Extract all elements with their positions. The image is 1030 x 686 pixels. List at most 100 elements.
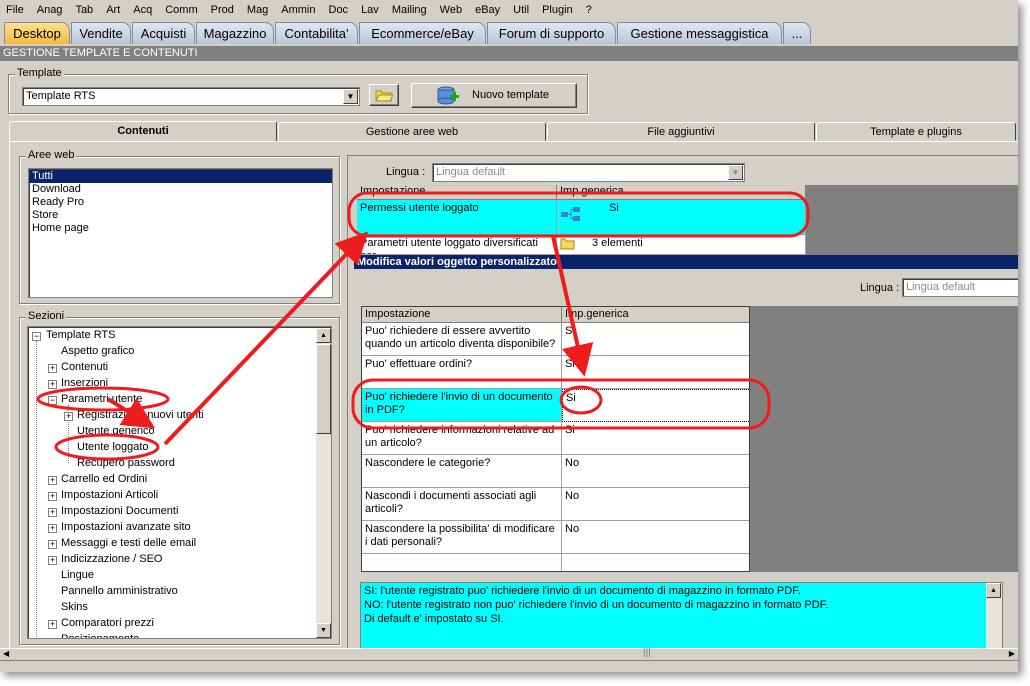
tab-contabilita[interactable]: Contabilita' bbox=[275, 22, 358, 44]
new-template-button[interactable]: Nuovo template bbox=[411, 83, 577, 108]
table-cell[interactable]: 3 elementi bbox=[557, 235, 806, 255]
table-cell-editing[interactable]: Si bbox=[562, 389, 749, 422]
tab-forum[interactable]: Forum di supporto bbox=[487, 22, 616, 44]
table-cell[interactable]: Puo' richiedere informazioni relative ad… bbox=[362, 422, 562, 455]
horizontal-scrollbar[interactable]: ◀ ||| ▶ bbox=[0, 647, 1018, 660]
table-cell[interactable]: Puo' effettuare ordini? bbox=[362, 356, 562, 389]
tree-node[interactable]: Posizionamento bbox=[61, 631, 139, 638]
list-item[interactable]: Download bbox=[29, 183, 332, 196]
table-cell[interactable]: Puo' richiedere l'invio di un documento … bbox=[362, 389, 562, 422]
table-cell[interactable]: Permessi utente loggato bbox=[357, 200, 557, 235]
menu-lav[interactable]: Lav bbox=[361, 4, 379, 16]
tab-file-aggiuntivi[interactable]: File aggiuntivi bbox=[547, 122, 815, 141]
tab-ecommerce[interactable]: Ecommerce/eBay bbox=[359, 22, 486, 44]
tab-more[interactable]: ... bbox=[783, 22, 811, 44]
scroll-up-icon[interactable]: ▲ bbox=[316, 328, 331, 343]
table-cell[interactable]: No bbox=[562, 488, 749, 521]
menu-file[interactable]: File bbox=[6, 4, 24, 16]
expand-icon[interactable]: + bbox=[48, 524, 57, 533]
expand-icon[interactable]: + bbox=[48, 492, 57, 501]
table-cell[interactable]: Nascondere la possibilita' di modificare… bbox=[362, 521, 562, 554]
tree-node[interactable]: Comparatori prezzi bbox=[61, 615, 154, 631]
tab-vendite[interactable]: Vendite bbox=[71, 22, 131, 44]
scroll-down-icon[interactable]: ▼ bbox=[316, 623, 331, 638]
tab-contenuti[interactable]: Contenuti bbox=[9, 121, 277, 142]
tree-scrollbar[interactable]: ▲ ▼ bbox=[316, 328, 331, 638]
tree-node[interactable]: Impostazioni Articoli bbox=[61, 487, 158, 503]
expand-icon[interactable]: + bbox=[48, 364, 57, 373]
table-cell[interactable]: Si bbox=[562, 422, 749, 455]
menu-mag[interactable]: Mag bbox=[247, 4, 268, 16]
menu-plugin[interactable]: Plugin bbox=[542, 4, 573, 16]
scroll-up-icon[interactable]: ▲ bbox=[986, 583, 1001, 598]
table-cell[interactable]: Nascondere le categorie? bbox=[362, 455, 562, 488]
tree-node[interactable]: Recupero password bbox=[77, 455, 175, 471]
tree-node[interactable]: Impostazioni avanzate sito bbox=[61, 519, 191, 535]
tab-template-plugins[interactable]: Template e plugins bbox=[816, 122, 1016, 141]
table-cell[interactable]: No bbox=[562, 521, 749, 554]
expand-icon[interactable]: + bbox=[48, 540, 57, 549]
expand-icon[interactable]: + bbox=[48, 476, 57, 485]
tree-node[interactable]: Impostazioni Documenti bbox=[61, 503, 178, 519]
description-scrollbar[interactable]: ▲ bbox=[986, 583, 1002, 654]
tree-node[interactable]: Carrello ed Ordini bbox=[61, 471, 147, 487]
table-cell[interactable]: Puo' richiedere di essere avvertito quan… bbox=[362, 323, 562, 356]
menu-prod[interactable]: Prod bbox=[211, 4, 234, 16]
list-item[interactable]: Home page bbox=[29, 222, 332, 235]
table-cell[interactable]: Si bbox=[562, 356, 749, 389]
tree-node[interactable]: Messaggi e testi delle email bbox=[61, 535, 196, 551]
list-item[interactable]: Store bbox=[29, 209, 332, 222]
tree-node-parametri-utente[interactable]: Parametri utente bbox=[61, 391, 142, 407]
tree-node[interactable]: Utente generico bbox=[77, 423, 155, 439]
scroll-thumb[interactable] bbox=[316, 344, 331, 434]
tree-node[interactable]: Contenuti bbox=[61, 359, 108, 375]
expand-icon[interactable]: + bbox=[48, 620, 57, 629]
collapse-icon[interactable]: − bbox=[32, 332, 41, 341]
menu-doc[interactable]: Doc bbox=[329, 4, 349, 16]
tree-node[interactable]: Skins bbox=[61, 599, 88, 615]
table-cell[interactable]: Si bbox=[557, 200, 806, 235]
menu-comm[interactable]: Comm bbox=[165, 4, 197, 16]
menu-web[interactable]: Web bbox=[440, 4, 462, 16]
menu-art[interactable]: Art bbox=[106, 4, 120, 16]
list-item[interactable]: Ready Pro bbox=[29, 196, 332, 209]
tree-node[interactable]: Registrazione nuovi utenti bbox=[77, 407, 204, 423]
expand-icon[interactable]: + bbox=[64, 412, 73, 421]
lingua-select[interactable]: Lingua default ▼ bbox=[432, 163, 745, 182]
tab-gestione-aree-web[interactable]: Gestione aree web bbox=[278, 122, 546, 141]
menu-ebay[interactable]: eBay bbox=[475, 4, 500, 16]
tree-node[interactable]: Pannello amministrativo bbox=[61, 583, 178, 599]
list-item[interactable]: Tutti bbox=[29, 170, 332, 183]
dialog-lingua-select[interactable]: Lingua default bbox=[902, 278, 1018, 297]
menu-mailing[interactable]: Mailing bbox=[392, 4, 427, 16]
collapse-icon[interactable]: − bbox=[48, 396, 57, 405]
table-cell[interactable]: Si bbox=[562, 323, 749, 356]
open-folder-button[interactable] bbox=[369, 84, 399, 106]
chevron-down-icon[interactable]: ▼ bbox=[343, 89, 358, 104]
scroll-right-icon[interactable]: ▶ bbox=[1009, 649, 1015, 658]
menu-acq[interactable]: Acq bbox=[133, 4, 152, 16]
expand-icon[interactable]: + bbox=[48, 508, 57, 517]
expand-icon[interactable]: + bbox=[48, 380, 57, 389]
scroll-left-icon[interactable]: ◀ bbox=[3, 649, 9, 658]
tree-node-root[interactable]: Template RTS bbox=[46, 327, 116, 343]
menu-util[interactable]: Util bbox=[513, 4, 529, 16]
menu-ammin[interactable]: Ammin bbox=[281, 4, 315, 16]
table-cell[interactable]: Parametri utente loggato diversificati p… bbox=[357, 235, 557, 255]
table-cell[interactable]: No bbox=[562, 455, 749, 488]
tab-magazzino[interactable]: Magazzino bbox=[196, 22, 274, 44]
tree-node-utente-loggato[interactable]: Utente loggato bbox=[77, 439, 149, 455]
scroll-grip-icon[interactable]: ||| bbox=[643, 647, 651, 658]
tab-messaggistica[interactable]: Gestione messaggistica bbox=[617, 22, 782, 44]
menu-tab[interactable]: Tab bbox=[75, 4, 93, 16]
menu-anag[interactable]: Anag bbox=[37, 4, 63, 16]
tab-acquisti[interactable]: Acquisti bbox=[132, 22, 195, 44]
tab-desktop[interactable]: Desktop bbox=[4, 22, 70, 44]
menu-help[interactable]: ? bbox=[586, 4, 592, 16]
tree-node[interactable]: Lingue bbox=[61, 567, 94, 583]
tree-node[interactable]: Inserzioni bbox=[61, 375, 108, 391]
template-select[interactable]: Template RTS ▼ bbox=[22, 87, 360, 106]
table-cell[interactable]: Nascondi i documenti associati agli arti… bbox=[362, 488, 562, 521]
tree-node[interactable]: Aspetto grafico bbox=[61, 343, 134, 359]
tree-node[interactable]: Indicizzazione / SEO bbox=[61, 551, 163, 567]
